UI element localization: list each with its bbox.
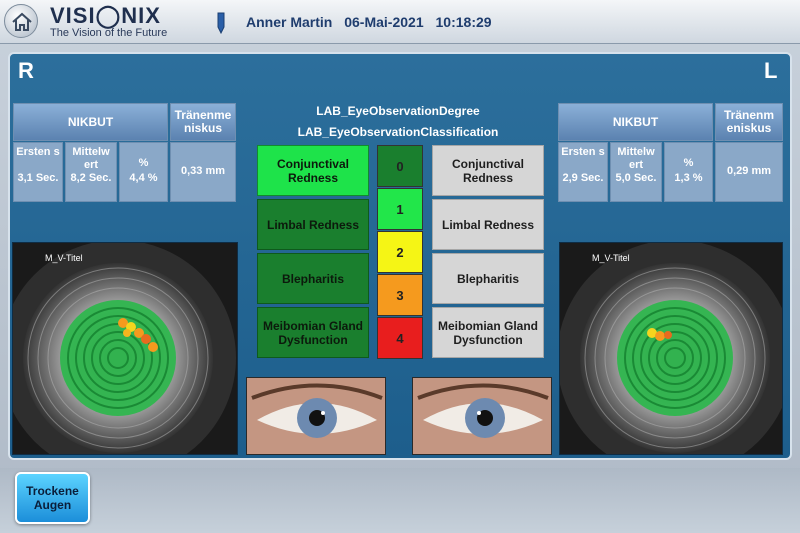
right-eye-image-title: M_V-Titel <box>45 253 83 263</box>
severity-4-button[interactable]: 4 <box>377 317 423 359</box>
exam-time: 10:18:29 <box>435 14 492 30</box>
left-eye-topography-graphic: M_V-Titel <box>560 243 782 454</box>
footer-bar <box>0 468 800 533</box>
left-meibomian-gland-dysfunction-button[interactable]: Meibomian Gland Dysfunction <box>432 307 544 358</box>
degree-title: LAB_EyeObservationDegree <box>316 104 480 118</box>
meniscus-header: Tränenme niskus <box>170 103 236 141</box>
severity-0-button[interactable]: 0 <box>377 145 423 187</box>
left-eye-letter: L <box>764 58 778 83</box>
percent-cell: % 4,4 % <box>119 142 168 202</box>
left-eye-photo-graphic <box>413 378 551 454</box>
right-eye-photo-graphic <box>247 378 385 454</box>
right-meibomian-gland-dysfunction-button[interactable]: Meibomian Gland Dysfunction <box>257 307 369 358</box>
logo-tagline: The Vision of the Future <box>50 27 168 39</box>
home-icon <box>12 12 32 31</box>
first-cell: Ersten s 2,9 Sec. <box>558 142 608 202</box>
left-eye-photo[interactable] <box>412 377 552 455</box>
mean-cell: Mittelw ert 8,2 Sec. <box>65 142 117 202</box>
dry-eyes-button[interactable]: Trockene Augen <box>15 472 90 524</box>
severity-1-button[interactable]: 1 <box>377 188 423 230</box>
right-eye-topography-image[interactable]: M_V-Titel <box>12 242 238 455</box>
patient-name: Anner Martin <box>246 14 333 30</box>
right-limbal-redness-button[interactable]: Limbal Redness <box>257 199 369 250</box>
meniscus-header: Tränenm eniskus <box>715 103 783 141</box>
right-eye-letter: R <box>18 58 34 83</box>
logo-name: VISI◯NIX <box>50 3 161 28</box>
right-blepharitis-button[interactable]: Blepharitis <box>257 253 369 304</box>
pen-icon[interactable] <box>214 12 228 34</box>
header-bar: VISI◯NIX The Vision of the Future Anner … <box>0 0 800 44</box>
patient-info: Anner Martin 06-Mai-2021 10:18:29 <box>246 14 500 30</box>
logo: VISI◯NIX The Vision of the Future <box>50 3 167 39</box>
home-button[interactable] <box>4 4 38 38</box>
left-limbal-redness-button[interactable]: Limbal Redness <box>432 199 544 250</box>
right-eye-photo[interactable] <box>246 377 386 455</box>
right-conjunctival-redness-button[interactable]: Conjunctival Redness <box>257 145 369 196</box>
left-eye-image-title: M_V-Titel <box>592 253 630 263</box>
first-cell: Ersten s 3,1 Sec. <box>13 142 63 202</box>
left-blepharitis-button[interactable]: Blepharitis <box>432 253 544 304</box>
classification-title: LAB_EyeObservationClassification <box>297 125 499 139</box>
severity-2-button[interactable]: 2 <box>377 231 423 273</box>
nikbut-header: NIKBUT <box>13 103 168 141</box>
left-conjunctival-redness-button[interactable]: Conjunctival Redness <box>432 145 544 196</box>
right-eye-topography-graphic: M_V-Titel <box>13 243 237 454</box>
exam-date: 06-Mai-2021 <box>344 14 424 30</box>
meniscus-cell: 0,33 mm <box>170 142 236 202</box>
mean-cell: Mittelw ert 5,0 Sec. <box>610 142 662 202</box>
severity-3-button[interactable]: 3 <box>377 274 423 316</box>
left-eye-topography-image[interactable]: M_V-Titel <box>559 242 783 455</box>
nikbut-header: NIKBUT <box>558 103 713 141</box>
meniscus-cell: 0,29 mm <box>715 142 783 202</box>
percent-cell: % 1,3 % <box>664 142 713 202</box>
